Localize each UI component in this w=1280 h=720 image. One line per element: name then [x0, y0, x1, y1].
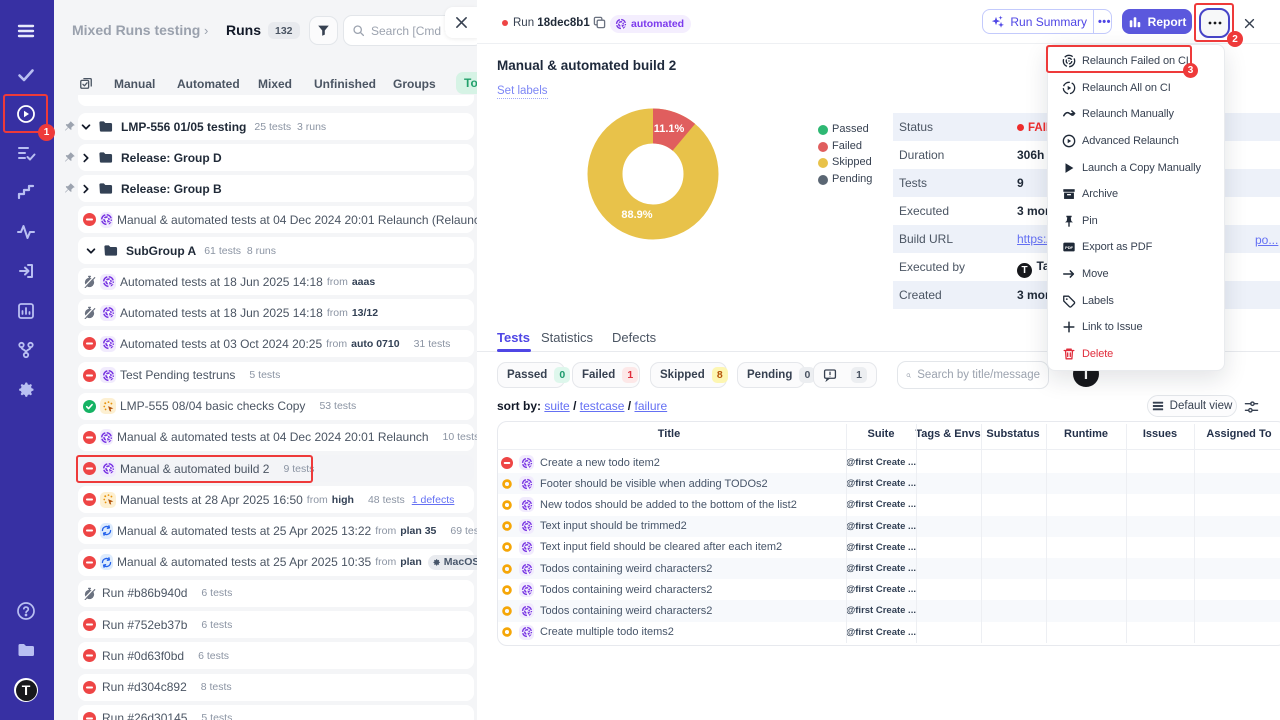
svg-text:88.9%: 88.9%: [621, 209, 652, 221]
svg-text:PDF: PDF: [1065, 246, 1073, 251]
svg-text:11.1%: 11.1%: [654, 123, 685, 135]
